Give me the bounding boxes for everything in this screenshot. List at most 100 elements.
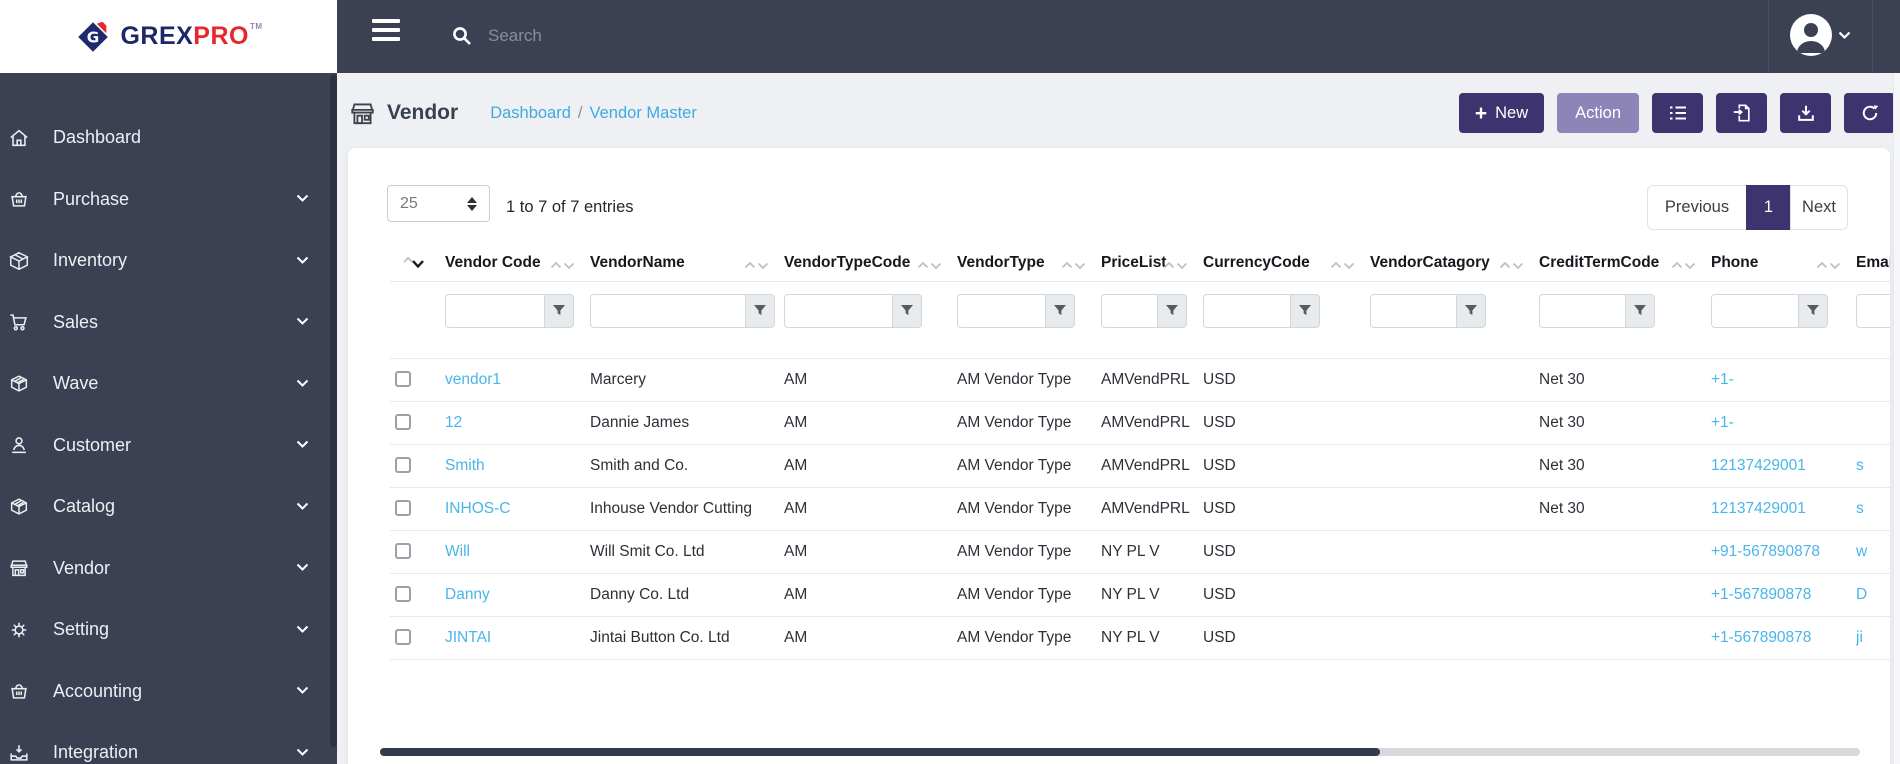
phone-link[interactable]: +1- — [1711, 414, 1734, 431]
vendor-name-cell: Jintai Button Co. Ltd — [590, 616, 784, 660]
phone-link[interactable]: +1-567890878 — [1711, 586, 1811, 603]
sidebar-item-integration[interactable]: Integration — [0, 722, 337, 764]
chevron-down-icon — [296, 621, 309, 639]
sidebar-item-vendor[interactable]: Vendor — [0, 538, 337, 600]
refresh-button[interactable] — [1844, 93, 1895, 133]
filter-input-vendor-type[interactable] — [957, 293, 1045, 328]
email-link[interactable]: w — [1856, 543, 1867, 560]
list-view-button[interactable] — [1652, 93, 1703, 133]
filter-button[interactable] — [1625, 293, 1655, 328]
row-checkbox[interactable] — [395, 414, 411, 431]
sidebar-item-label: Customer — [53, 434, 132, 455]
column-header-vendor-type-code[interactable]: VendorTypeCode — [784, 245, 957, 282]
phone-link[interactable]: +1- — [1711, 371, 1734, 388]
filter-button[interactable] — [1157, 293, 1187, 328]
basket-icon — [8, 188, 30, 210]
email-link[interactable]: s — [1856, 500, 1864, 517]
vendor-code-cell: 12 — [445, 401, 590, 445]
sidebar-item-catalog[interactable]: Catalog — [0, 476, 337, 538]
column-header-vendor-code[interactable]: Vendor Code — [445, 245, 590, 282]
filter-button[interactable] — [745, 293, 775, 328]
column-header-email[interactable]: Email — [1856, 245, 1890, 282]
horizontal-scrollbar-thumb[interactable] — [380, 748, 1380, 756]
column-header-currency-code[interactable]: CurrencyCode — [1203, 245, 1370, 282]
filter-input-credit-term-code[interactable] — [1539, 293, 1625, 328]
search-input[interactable] — [488, 26, 788, 46]
sidebar-item-customer[interactable]: Customer — [0, 415, 337, 477]
action-button[interactable]: Action — [1557, 93, 1639, 133]
previous-page-button[interactable]: Previous — [1647, 185, 1747, 230]
sidebar-item-setting[interactable]: Setting — [0, 599, 337, 661]
menu-toggle-button[interactable] — [372, 19, 400, 41]
filter-button[interactable] — [1045, 293, 1075, 328]
row-checkbox[interactable] — [395, 457, 411, 474]
current-page-button[interactable]: 1 — [1746, 185, 1791, 230]
row-checkbox[interactable] — [395, 629, 411, 646]
filter-input-price-list[interactable] — [1101, 293, 1157, 328]
filter-input-currency-code[interactable] — [1203, 293, 1290, 328]
sidebar-item-dashboard[interactable]: Dashboard — [0, 107, 337, 169]
filter-button[interactable] — [892, 293, 922, 328]
vendor-code-link[interactable]: JINTAI — [445, 629, 491, 646]
chevron-down-icon — [296, 252, 309, 270]
filter-input-email[interactable] — [1856, 293, 1890, 328]
download-button[interactable] — [1780, 93, 1831, 133]
phone-link[interactable]: 12137429001 — [1711, 500, 1806, 517]
sort-icons — [743, 258, 770, 276]
filter-button[interactable] — [1290, 293, 1320, 328]
filter-button[interactable] — [1456, 293, 1486, 328]
vendor-code-link[interactable]: INHOS-C — [445, 500, 510, 517]
vendor-code-link[interactable]: Danny — [445, 586, 490, 603]
row-checkbox[interactable] — [395, 500, 411, 517]
filter-button[interactable] — [544, 293, 574, 328]
user-menu-button[interactable] — [1789, 13, 1851, 57]
filter-input-vendor-type-code[interactable] — [784, 293, 892, 328]
sidebar-item-accounting[interactable]: Accounting — [0, 661, 337, 723]
column-header-vendor-category[interactable]: VendorCatagory — [1370, 245, 1539, 282]
row-checkbox[interactable] — [395, 371, 411, 388]
filter-button[interactable] — [1798, 293, 1828, 328]
filter-cell — [957, 281, 1101, 359]
new-button[interactable]: + New — [1458, 93, 1545, 133]
topbar: G GREXPROTM — [0, 0, 1900, 73]
email-link[interactable]: ji — [1856, 629, 1863, 646]
column-header-price-list[interactable]: PriceList — [1101, 245, 1203, 282]
import-button[interactable] — [1716, 93, 1767, 133]
logo[interactable]: G GREXPROTM — [0, 0, 337, 73]
sidebar-item-wave[interactable]: Wave — [0, 353, 337, 415]
email-link[interactable]: D — [1856, 586, 1867, 603]
vendor-code-link[interactable]: 12 — [445, 414, 462, 431]
column-header-select[interactable] — [390, 245, 445, 282]
breadcrumb-vendor-master-link[interactable]: Vendor Master — [590, 104, 697, 122]
vendor-type-code-cell: AM — [784, 401, 957, 445]
logo-diamond-icon: G — [74, 18, 112, 56]
price-list-cell: AMVendPRL — [1101, 487, 1203, 531]
filter-input-vendor-name[interactable] — [590, 293, 745, 328]
page-size-select[interactable]: 25 — [387, 185, 490, 222]
column-header-credit-term-code[interactable]: CreditTermCode — [1539, 245, 1711, 282]
horizontal-scrollbar[interactable] — [380, 748, 1860, 756]
filter-input-vendor-code[interactable] — [445, 293, 544, 328]
sidebar-item-inventory[interactable]: Inventory — [0, 230, 337, 292]
vendor-code-link[interactable]: vendor1 — [445, 371, 501, 388]
filter-input-vendor-category[interactable] — [1370, 293, 1456, 328]
breadcrumb-dashboard-link[interactable]: Dashboard — [490, 104, 571, 122]
phone-link[interactable]: +91-567890878 — [1711, 543, 1820, 560]
row-checkbox[interactable] — [395, 586, 411, 603]
sidebar-scrollbar[interactable] — [330, 75, 337, 747]
next-page-button[interactable]: Next — [1790, 185, 1848, 230]
column-header-phone[interactable]: Phone — [1711, 245, 1856, 282]
vertical-scrollbar[interactable] — [1893, 73, 1900, 764]
filter-input-phone[interactable] — [1711, 293, 1798, 328]
column-header-vendor-name[interactable]: VendorName — [590, 245, 784, 282]
email-link[interactable]: s — [1856, 457, 1864, 474]
sidebar-item-purchase[interactable]: Purchase — [0, 169, 337, 231]
vendor-code-link[interactable]: Will — [445, 543, 470, 560]
phone-cell: 12137429001 — [1711, 444, 1856, 488]
vendor-code-link[interactable]: Smith — [445, 457, 485, 474]
phone-link[interactable]: 12137429001 — [1711, 457, 1806, 474]
sidebar-item-sales[interactable]: Sales — [0, 292, 337, 354]
column-header-vendor-type[interactable]: VendorType — [957, 245, 1101, 282]
phone-link[interactable]: +1-567890878 — [1711, 629, 1811, 646]
row-checkbox[interactable] — [395, 543, 411, 560]
